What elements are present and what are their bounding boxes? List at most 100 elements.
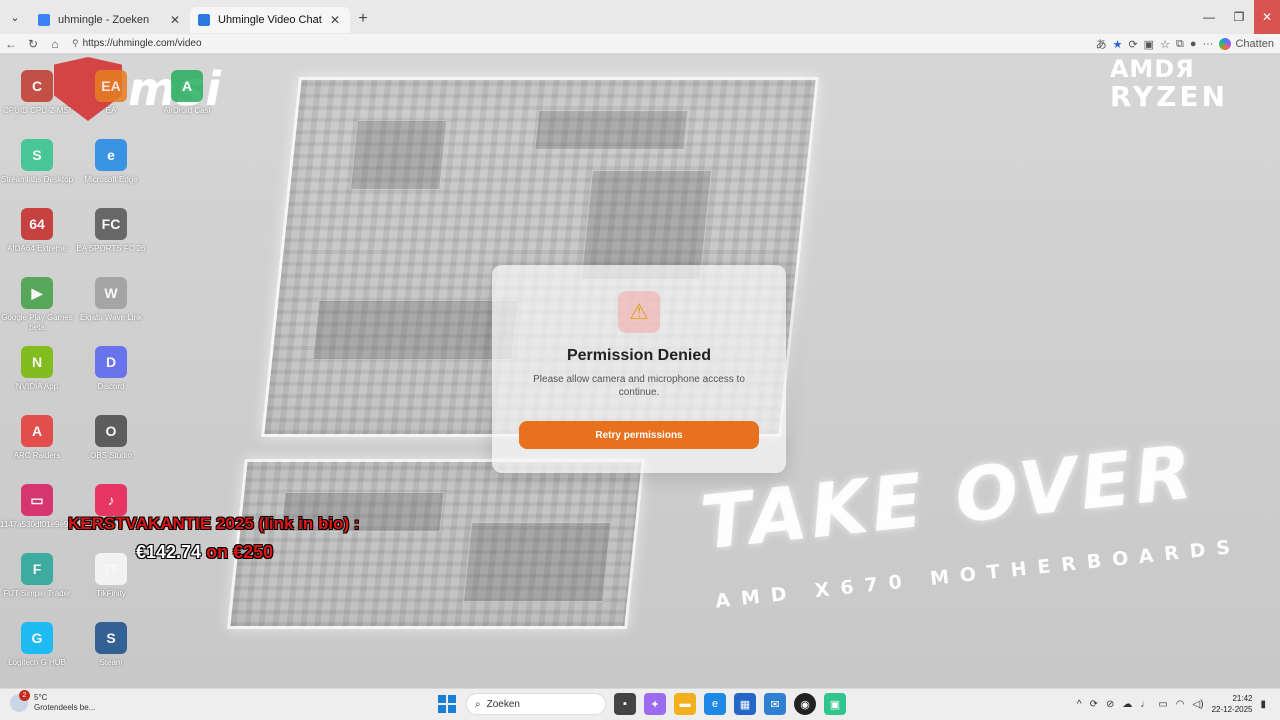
app-icon: W xyxy=(95,277,127,309)
wifi-icon[interactable]: ◠ xyxy=(1176,699,1185,710)
favorites-icon[interactable]: ☆ xyxy=(1160,38,1170,51)
file-explorer-icon[interactable]: ▬ xyxy=(674,693,696,715)
close-tab-icon[interactable]: ✕ xyxy=(328,13,342,27)
desktop-shortcut-label: EA SPORTS FC 26 xyxy=(76,244,146,253)
desktop-shortcut-label: Elgato Wave Link xyxy=(80,313,142,322)
tab-uhmingle-zoeken[interactable]: uhmingle - Zoeken ✕ xyxy=(30,7,190,33)
desktop-shortcut[interactable]: N NVIDIA App xyxy=(0,346,74,392)
edge-taskbar-icon[interactable]: e xyxy=(704,693,726,715)
back-icon[interactable]: ← xyxy=(0,37,22,51)
clock-time: 21:42 xyxy=(1232,694,1253,703)
display-icon[interactable]: ▭ xyxy=(1158,699,1167,710)
minimize-icon[interactable]: — xyxy=(1194,0,1224,34)
weather-icon: 2 xyxy=(10,690,30,712)
notifications-icon[interactable]: ▮ xyxy=(1260,699,1266,710)
app-icon: A xyxy=(171,70,203,102)
url-field[interactable]: ⚲ https://uhmingle.com/video xyxy=(72,38,202,49)
restore-icon[interactable]: ❐ xyxy=(1224,0,1254,34)
show-hidden-icons-icon[interactable]: ^ xyxy=(1077,699,1082,710)
outlook-icon[interactable]: ✉ xyxy=(764,693,786,715)
desktop-shortcut[interactable]: D Discord xyxy=(74,346,148,392)
weather-widget[interactable]: 2 5°C Grotendeels be... xyxy=(10,690,96,713)
desktop-shortcut[interactable]: A ARC Raiders xyxy=(0,415,74,461)
app-icon: FC xyxy=(95,208,127,240)
desktop-shortcut[interactable]: C CPUID CPU-Z MSI xyxy=(0,70,74,116)
app-icon: D xyxy=(95,346,127,378)
desktop-shortcut-label: Logitech G HUB xyxy=(8,658,66,667)
board-chip xyxy=(462,522,612,602)
close-window-icon[interactable]: ✕ xyxy=(1254,0,1280,34)
copilot-chat-button[interactable]: Chatten xyxy=(1219,38,1274,50)
desktop-shortcut[interactable]: S Streamlabs Desktop xyxy=(0,139,74,185)
tab-title: uhmingle - Zoeken xyxy=(58,14,150,26)
obs-taskbar-icon[interactable]: ◉ xyxy=(794,693,816,715)
sync-icon[interactable]: ⟳ xyxy=(1090,699,1098,710)
refresh-icon[interactable]: ↻ xyxy=(22,37,44,51)
search-placeholder: Zoeken xyxy=(486,698,520,710)
weather-condition: Grotendeels be... xyxy=(34,703,96,712)
desktop-shortcut-label: Discord xyxy=(97,382,125,391)
desktop-shortcut-label: OBS Studio xyxy=(90,451,132,460)
desktop-shortcut-label: 1147a530df01e9e9... xyxy=(0,520,76,529)
split-screen-icon[interactable]: ▣ xyxy=(1144,38,1154,51)
desktop-shortcut[interactable]: S Steam xyxy=(74,622,148,668)
retry-permissions-button[interactable]: Retry permissions xyxy=(519,421,759,449)
store-icon[interactable]: ▦ xyxy=(734,693,756,715)
close-tab-icon[interactable]: ✕ xyxy=(168,13,182,27)
search-icon: ⌕ xyxy=(475,698,481,710)
promo-overlay: KERSTVAKANTIE 2025 (link in bio) : €142.… xyxy=(68,514,360,563)
network-off-icon[interactable]: ⊘ xyxy=(1106,699,1114,710)
tab-title: Uhmingle Video Chat xyxy=(218,14,322,26)
desktop-shortcut[interactable]: W Elgato Wave Link xyxy=(74,277,148,323)
ryzen-wordmark: RYZEN xyxy=(1109,80,1228,113)
board-chip xyxy=(312,300,519,360)
app-icon: A xyxy=(21,415,53,447)
desktop-shortcut[interactable]: e Microsoft Edge xyxy=(74,139,148,185)
app-icon: S xyxy=(95,622,127,654)
desktop-shortcut[interactable]: O OBS Studio xyxy=(74,415,148,461)
board-chip xyxy=(534,110,689,150)
search-favicon-icon xyxy=(38,14,50,26)
collections-icon[interactable]: ⧉ xyxy=(1176,38,1184,51)
app-icon: O xyxy=(95,415,127,447)
volume-icon[interactable]: ◁) xyxy=(1193,699,1204,710)
desktop-shortcut[interactable]: F FUT Simple Trader xyxy=(0,553,74,599)
home-icon[interactable]: ⌂ xyxy=(44,37,66,51)
desktop-shortcut[interactable]: ▭ 1147a530df01e9e9... xyxy=(0,484,76,530)
cloud-icon[interactable]: ☁ xyxy=(1122,699,1132,710)
copilot-chat-label: Chatten xyxy=(1235,38,1274,50)
microphone-icon[interactable]: ♩ xyxy=(1140,699,1150,710)
desktop-shortcut-label: NVIDIA App xyxy=(15,382,59,391)
app-icon: N xyxy=(21,346,53,378)
extensions-icon[interactable]: ⟳ xyxy=(1128,38,1137,51)
desktop-shortcut-label: ARC Raiders xyxy=(13,451,61,460)
desktop-shortcut[interactable]: ▶ Google Play Games beta xyxy=(0,277,74,333)
tab-actions-menu[interactable]: ⌄ xyxy=(0,0,30,34)
tab-uhmingle-video-chat[interactable]: Uhmingle Video Chat ✕ xyxy=(190,7,350,33)
task-view-icon[interactable]: ▪ xyxy=(614,693,636,715)
start-button[interactable] xyxy=(436,693,458,715)
desktop-shortcut[interactable]: FC EA SPORTS FC 26 xyxy=(74,208,148,254)
taskbar-apps: ⌕ Zoeken ▪ ✦ ▬ e ▦ ✉ ◉ ▣ xyxy=(436,693,846,715)
dialog-message: Please allow camera and microphone acces… xyxy=(533,374,745,398)
app-icon: EA xyxy=(95,70,127,102)
favorite-star-icon[interactable]: ★ xyxy=(1113,38,1123,51)
profile-avatar[interactable]: ● xyxy=(1190,38,1197,50)
taskbar-search[interactable]: ⌕ Zoeken xyxy=(466,693,606,715)
clock[interactable]: 21:42 22-12-2025 xyxy=(1212,693,1253,715)
more-options-icon[interactable]: ··· xyxy=(1202,38,1213,50)
site-info-icon[interactable]: ⚲ xyxy=(72,38,79,49)
desktop-shortcut[interactable]: G Logitech G HUB xyxy=(0,622,74,668)
promo-price-line: €142.74 on €250 xyxy=(136,542,360,563)
promo-current-price: €142.74 xyxy=(136,542,202,562)
copilot-app-icon[interactable]: ✦ xyxy=(644,693,666,715)
desktop-shortcut-label: Google Play Games beta xyxy=(1,313,73,332)
streamlabs-taskbar-icon[interactable]: ▣ xyxy=(824,693,846,715)
desktop-shortcut[interactable]: 64 AIDA64 Extreme xyxy=(0,208,74,254)
desktop-shortcut[interactable]: EA EA xyxy=(74,70,148,116)
desktop-shortcut-label: CPUID CPU-Z MSI xyxy=(3,106,71,115)
desktop-shortcut-label: EA xyxy=(105,106,117,115)
translate-icon[interactable]: あ xyxy=(1096,36,1107,52)
desktop-shortcut[interactable]: A AirDroid Cast xyxy=(150,70,224,116)
new-tab-button[interactable]: + xyxy=(350,10,376,28)
